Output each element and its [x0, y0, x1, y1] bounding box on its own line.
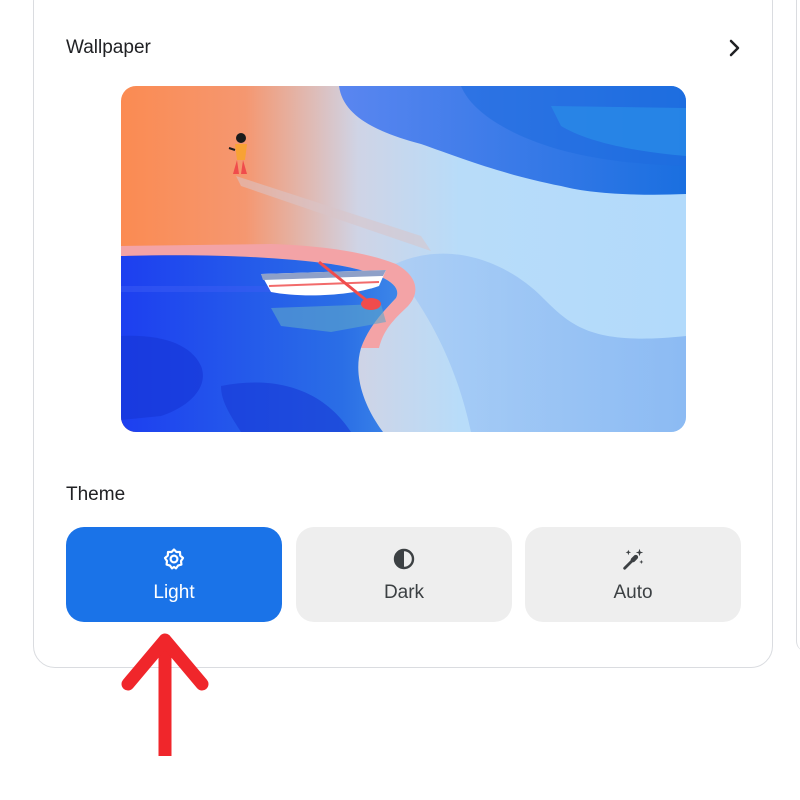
magic-wand-icon [620, 546, 646, 572]
red-arrow-annotation [121, 633, 209, 756]
adjacent-card-edge [796, 0, 800, 652]
theme-auto-label: Auto [613, 581, 653, 603]
theme-auto-button[interactable]: Auto [525, 527, 741, 622]
wallpaper-title: Wallpaper [66, 37, 151, 58]
contrast-icon [391, 546, 417, 572]
wallpaper-preview[interactable] [121, 86, 686, 432]
theme-dark-button[interactable]: Dark [296, 527, 512, 622]
theme-light-button[interactable]: Light [66, 527, 282, 622]
wallpaper-header[interactable]: Wallpaper [66, 37, 746, 59]
chevron-right-icon[interactable] [724, 37, 746, 59]
light-mode-gear-icon [161, 546, 187, 572]
wallpaper-theme-card: Wallpaper Theme Light Dark Auto [33, 0, 773, 668]
theme-title: Theme [66, 484, 126, 505]
theme-dark-label: Dark [383, 581, 425, 603]
theme-light-label: Light [153, 581, 195, 603]
